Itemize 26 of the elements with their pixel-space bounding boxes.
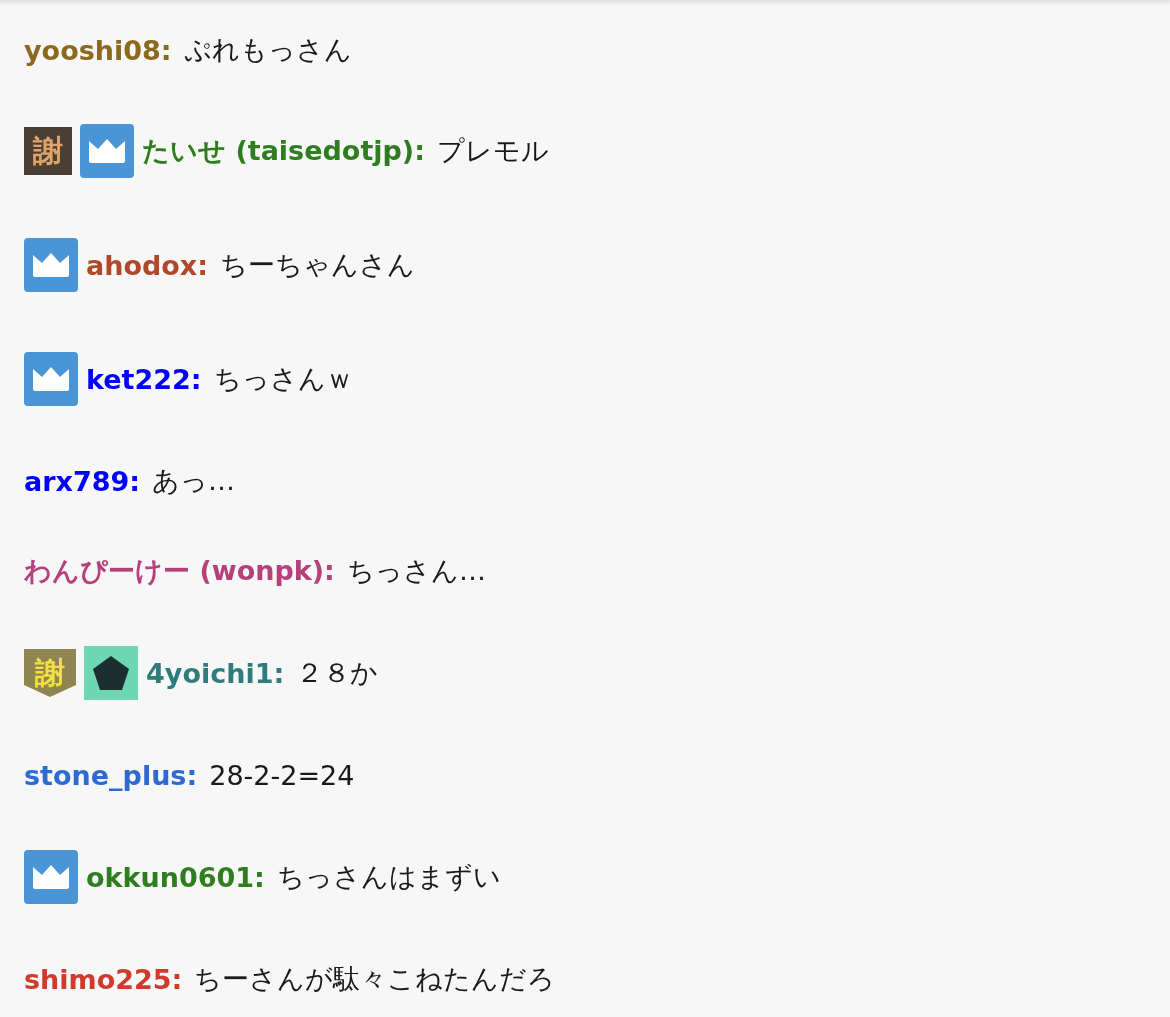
chat-message: ちっさんはまずい [276,860,501,894]
username[interactable]: yooshi08: [24,34,172,66]
username[interactable]: ket222: [86,363,202,395]
chat-message: ちっさん… [346,554,486,588]
username[interactable]: arx789: [24,465,141,497]
chat-message: ちっさんｗ [213,362,353,396]
chat-message: ちーさんが駄々こねたんだろ [194,962,556,996]
username[interactable]: 4yoichi1: [146,657,285,689]
badge-label: 謝 [24,127,72,175]
username[interactable]: たいせ (taisedotjp): [142,133,425,169]
crown-icon [24,850,78,904]
crown-icon [24,238,78,292]
chat-message: 28-2-2=24 [209,759,355,791]
crown-icon [80,124,134,178]
crown-icon [24,352,78,406]
username[interactable]: ahodox: [86,249,209,281]
chat-message: ぷれもっさん [183,33,352,67]
chat-message: ちーちゃんさん [220,248,416,282]
username[interactable]: stone_plus: [24,759,198,791]
badge-label: 謝 [24,649,76,697]
username[interactable]: okkun0601: [86,861,265,893]
chat-message: ２８か [296,656,379,690]
chat-message: あっ… [152,464,236,498]
username[interactable]: shimo225: [24,963,183,995]
chat-message: プレモル [437,134,549,168]
username[interactable]: わんぴーけー (wonpk): [24,553,335,589]
